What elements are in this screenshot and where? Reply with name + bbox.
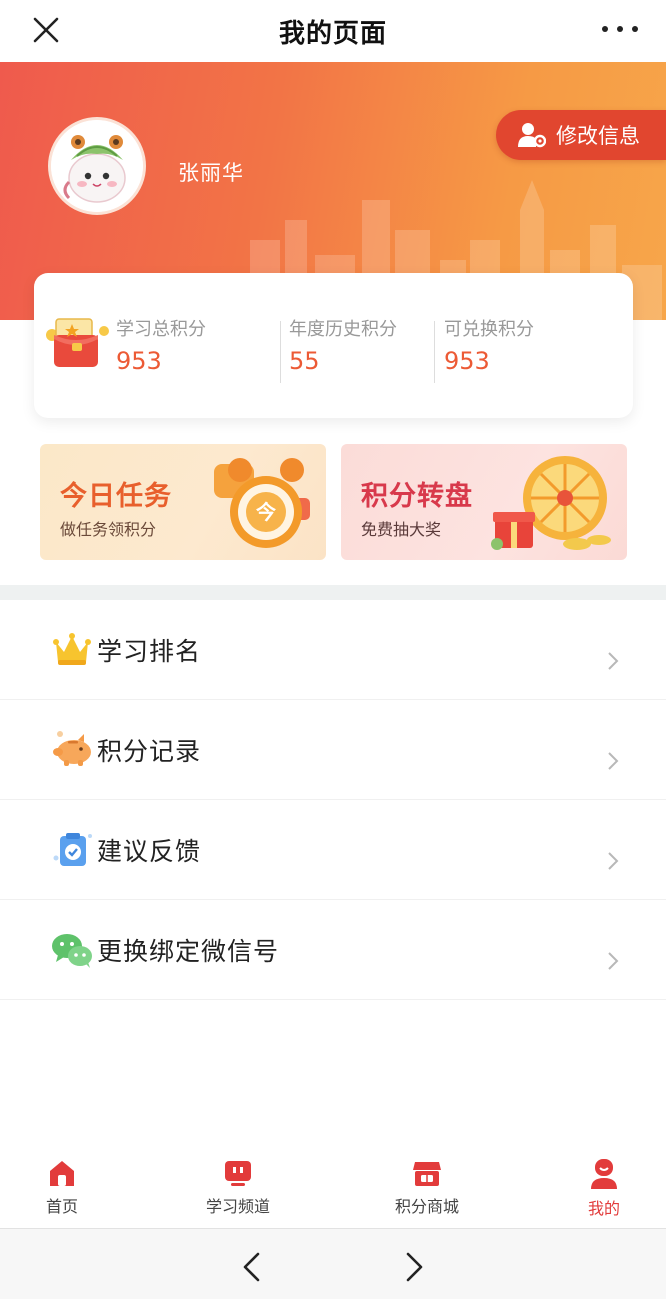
browser-nav-bar	[0, 1228, 666, 1299]
chevron-right-icon	[608, 952, 619, 970]
home-icon	[50, 1161, 74, 1186]
points-divider	[280, 321, 281, 383]
wechat-icon	[52, 934, 92, 968]
points-wheel-title: 积分转盘	[361, 481, 473, 512]
tab-learning-channel-label: 学习频道	[205, 1197, 270, 1216]
total-points-stat: 学习总积分 953	[116, 315, 206, 375]
tab-home-label: 首页	[45, 1197, 78, 1216]
my-page: 我的页面 张丽华 修改信息 学习总积分 953 年度历史积分 55 可兑换积分 …	[0, 0, 666, 1299]
top-nav-bar: 我的页面	[0, 0, 666, 62]
total-points-value: 953	[116, 347, 162, 375]
wallet-icon	[46, 318, 109, 367]
menu-item-learning-rank[interactable]: 学习排名	[0, 600, 666, 700]
alarm-clock-badge: 今	[256, 500, 277, 524]
close-icon[interactable]	[28, 12, 64, 48]
feedback-clipboard-icon	[53, 833, 92, 866]
points-wheel-card[interactable]: 积分转盘 免费抽大奖	[341, 444, 627, 560]
more-options-icon[interactable]	[602, 14, 638, 44]
points-wheel-subtitle: 免费抽大奖	[361, 520, 442, 539]
tab-mine-label: 我的	[587, 1199, 620, 1218]
menu-item-label: 学习排名	[97, 637, 202, 666]
redeemable-points-value: 953	[444, 347, 490, 375]
total-points-label: 学习总积分	[116, 319, 206, 340]
user-icon	[591, 1159, 617, 1189]
tab-home[interactable]: 首页	[2, 1158, 122, 1228]
edit-profile-button[interactable]: 修改信息	[496, 110, 666, 160]
menu-item-feedback[interactable]: 建议反馈	[0, 800, 666, 900]
redeemable-points-label: 可兑换积分	[444, 319, 534, 340]
tab-learning-channel[interactable]: 学习频道	[178, 1158, 298, 1228]
tab-points-mall-label: 积分商城	[394, 1197, 459, 1216]
daily-task-title: 今日任务	[60, 481, 172, 512]
menu-item-label: 更换绑定微信号	[97, 937, 280, 966]
tab-mine[interactable]: 我的	[544, 1158, 664, 1228]
store-icon	[413, 1162, 441, 1186]
section-separator	[0, 585, 666, 601]
points-summary-card: 学习总积分 953 年度历史积分 55 可兑换积分 953	[34, 273, 633, 418]
annual-points-value: 55	[289, 347, 320, 375]
avatar[interactable]	[48, 117, 146, 215]
chevron-right-icon	[608, 652, 619, 670]
prize-wheel-icon	[491, 456, 611, 550]
daily-task-subtitle: 做任务领积分	[60, 520, 157, 539]
annual-points-label: 年度历史积分	[289, 319, 397, 340]
chevron-right-icon	[608, 852, 619, 870]
menu-item-label: 积分记录	[97, 737, 202, 766]
daily-task-card[interactable]: 今日任务 做任务领积分 今	[40, 444, 326, 560]
tab-points-mall[interactable]: 积分商城	[367, 1158, 487, 1228]
points-divider	[434, 321, 435, 383]
avatar-cartoon-icon	[51, 120, 143, 212]
menu-item-points-record[interactable]: 积分记录	[0, 700, 666, 800]
menu-item-rebind-wechat[interactable]: 更换绑定微信号	[0, 900, 666, 1000]
back-arrow-icon[interactable]	[238, 1251, 268, 1283]
forward-arrow-icon[interactable]	[398, 1251, 428, 1283]
crown-icon	[53, 633, 91, 665]
annual-points-stat: 年度历史积分 55	[289, 315, 397, 375]
page-title: 我的页面	[278, 18, 387, 49]
edit-profile-label: 修改信息	[556, 124, 640, 148]
chevron-right-icon	[608, 752, 619, 770]
redeemable-points-stat: 可兑换积分 953	[444, 315, 534, 375]
username: 张丽华	[178, 161, 244, 185]
tv-icon	[225, 1161, 251, 1186]
piggy-bank-icon	[53, 731, 91, 766]
user-settings-icon	[518, 123, 546, 148]
bottom-tab-bar: 首页 学习频道 积分商城 我的	[0, 1148, 666, 1228]
alarm-clock-icon: 今	[214, 458, 310, 548]
menu-item-label: 建议反馈	[97, 837, 202, 866]
